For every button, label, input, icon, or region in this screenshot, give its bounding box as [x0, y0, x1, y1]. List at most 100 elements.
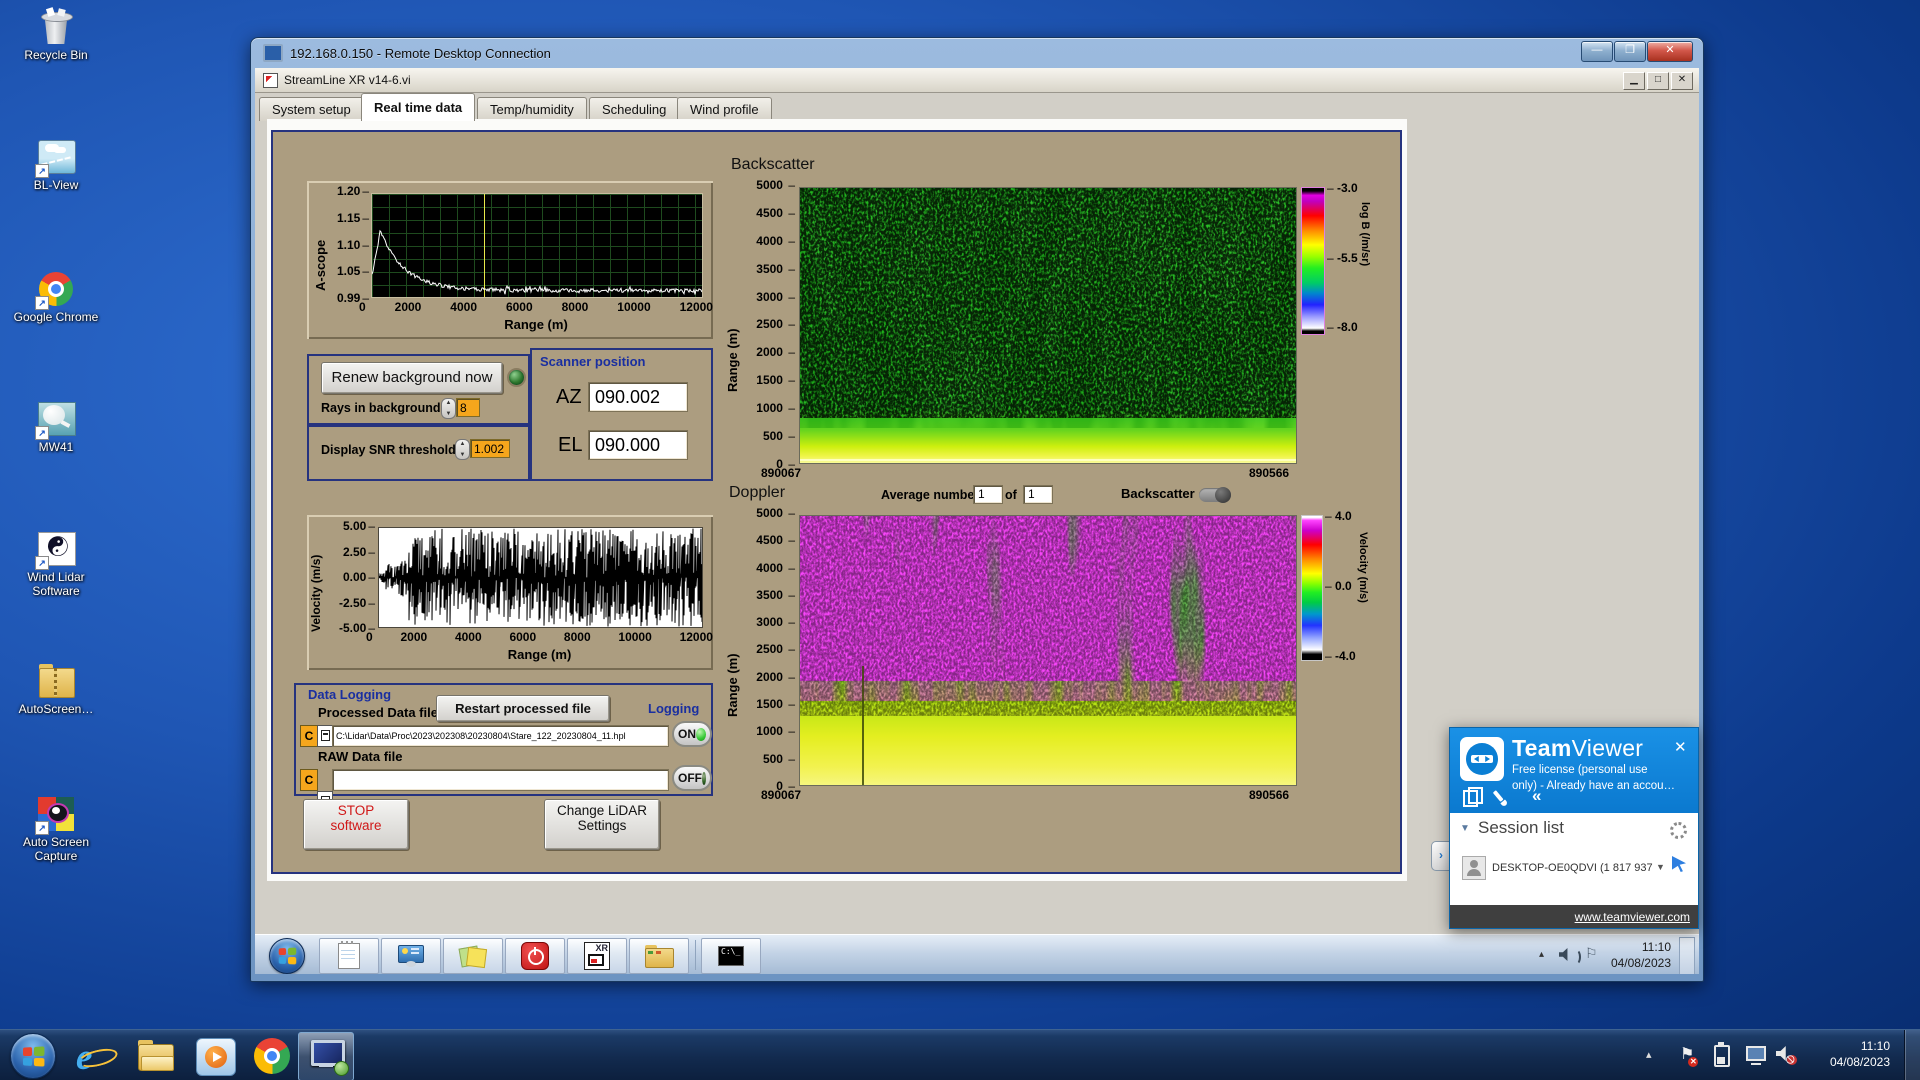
- taskbar-display-settings-button[interactable]: [381, 938, 441, 974]
- tick-label: 0.00: [343, 571, 375, 583]
- whiteboard-brush-icon[interactable]: [1493, 789, 1508, 806]
- desktop-icon-chrome[interactable]: ↗ Google Chrome: [8, 270, 104, 325]
- processed-path-field[interactable]: C:\Lidar\Data\Proc\2023\202308\20230804\…: [332, 725, 669, 747]
- remote-clock-time: 11:10: [1607, 940, 1671, 956]
- teamviewer-link[interactable]: www.teamviewer.com: [1575, 910, 1690, 924]
- taskbar-streamline-xr-button[interactable]: XR: [567, 938, 627, 974]
- taskbar-stop-app-button[interactable]: [505, 938, 565, 974]
- session-list-label: Session list: [1478, 818, 1564, 838]
- tick-label: 12000: [680, 300, 713, 314]
- backscatter-toggle-switch[interactable]: [1199, 488, 1231, 502]
- average-number-field[interactable]: 1: [973, 485, 1003, 504]
- tab-scheduling[interactable]: Scheduling: [589, 97, 679, 121]
- explorer-taskbar-icon[interactable]: [136, 1040, 176, 1072]
- restart-processed-file-button[interactable]: Restart processed file: [436, 695, 610, 722]
- change-lidar-settings-button[interactable]: Change LiDAR Settings: [544, 799, 660, 850]
- tab-temp-humidity[interactable]: Temp/humidity: [477, 97, 587, 121]
- az-value-field[interactable]: 090.002: [588, 382, 688, 412]
- rdp-titlebar[interactable]: 192.168.0.150 - Remote Desktop Connectio…: [251, 38, 1703, 68]
- connect-cursor-icon[interactable]: [1672, 856, 1686, 872]
- remote-tray-expand-icon[interactable]: ▴: [1539, 949, 1544, 960]
- wmp-taskbar-icon[interactable]: [196, 1038, 236, 1076]
- average-count-field[interactable]: 1: [1023, 485, 1053, 504]
- chrome-taskbar-icon[interactable]: [254, 1038, 290, 1074]
- restore-button[interactable]: ❐: [1614, 41, 1646, 62]
- teamviewer-header: TeamViewer ✕ Free license (personal use …: [1450, 728, 1698, 813]
- remote-start-button[interactable]: [269, 938, 305, 974]
- processed-browse-icon[interactable]: [317, 725, 333, 747]
- session-entry[interactable]: DESKTOP-OE0QDVI (1 817 937: [1492, 862, 1653, 874]
- raw-drive-selector[interactable]: C: [300, 769, 318, 791]
- app-minimize-button[interactable]: ▁: [1623, 72, 1645, 90]
- taskbar-explorer-button[interactable]: [629, 938, 689, 974]
- processed-file-label: Processed Data file: [318, 705, 438, 720]
- rays-value[interactable]: 8: [456, 398, 480, 417]
- desktop-icon-wind-lidar[interactable]: ☯ ↗ Wind Lidar Software: [8, 530, 104, 599]
- remote-show-desktop-button[interactable]: [1679, 937, 1695, 974]
- desktop-icon-auto-screen-capture[interactable]: ↗ Auto Screen Capture: [8, 795, 104, 864]
- sessions-icon[interactable]: [1463, 790, 1478, 807]
- tick-label: 1000: [756, 402, 795, 414]
- ie-taskbar-icon[interactable]: e: [76, 1036, 116, 1076]
- action-center-alert-badge: ✕: [1688, 1057, 1698, 1067]
- snr-spinner[interactable]: ▲▼: [455, 439, 470, 460]
- velocity-yticks: 5.002.500.00-2.50-5.00: [333, 520, 375, 634]
- host-taskbar: e ▴ ⚑✕: [0, 1029, 1920, 1080]
- background-led[interactable]: [507, 368, 526, 387]
- tab-system-setup[interactable]: System setup: [259, 97, 364, 121]
- host-start-button[interactable]: [10, 1033, 56, 1079]
- el-value-field[interactable]: 090.000: [588, 430, 688, 460]
- taskbar-sticky-notes-button[interactable]: [443, 938, 503, 974]
- remote-volume-icon[interactable]: [1559, 948, 1572, 961]
- volume-muted-icon[interactable]: ⃠: [1776, 1046, 1791, 1061]
- host-action-center-icon[interactable]: ⚑✕: [1680, 1044, 1694, 1064]
- close-button[interactable]: ✕: [1647, 41, 1693, 62]
- tab-real-time-data[interactable]: Real time data: [361, 93, 475, 121]
- tick-label: 8000: [562, 300, 589, 314]
- app-close-button[interactable]: ✕: [1671, 72, 1693, 90]
- tab-wind-profile[interactable]: Wind profile: [677, 97, 772, 121]
- renew-background-button[interactable]: Renew background now: [321, 362, 503, 394]
- minimize-button[interactable]: —: [1581, 41, 1613, 62]
- taskbar-cmd-button[interactable]: C:\_: [701, 938, 761, 974]
- remote-clock[interactable]: 11:10 04/08/2023: [1607, 940, 1671, 971]
- app-titlebar[interactable]: StreamLine XR v14-6.vi: [255, 68, 1699, 93]
- app-maximize-button[interactable]: □: [1647, 72, 1669, 90]
- change-line2: Settings: [545, 818, 659, 833]
- taskbar-notepad-button[interactable]: [319, 938, 379, 974]
- ascope-yticks: 1.201.151.101.050.99: [329, 185, 369, 304]
- az-label: AZ: [556, 386, 582, 409]
- raw-logging-toggle[interactable]: OFF: [672, 765, 712, 791]
- teamviewer-expand-chevron[interactable]: ›: [1431, 841, 1450, 871]
- battery-icon[interactable]: [1714, 1045, 1730, 1067]
- network-icon[interactable]: [1746, 1046, 1766, 1065]
- zip-folder-icon: [37, 662, 75, 700]
- rays-spinner[interactable]: ▲▼: [441, 398, 456, 419]
- session-settings-gear-icon[interactable]: [1670, 822, 1687, 839]
- backscatter-title: Backscatter: [731, 156, 815, 174]
- session-entry-dropdown-icon[interactable]: ▼: [1656, 862, 1665, 872]
- host-tray-expand-icon[interactable]: ▴: [1646, 1048, 1652, 1061]
- teamviewer-close-icon[interactable]: ✕: [1674, 738, 1687, 756]
- desktop-icon-autoscreen-zip[interactable]: AutoScreen…: [8, 662, 104, 717]
- desktop-icon-mw41[interactable]: ↗ MW41: [8, 400, 104, 455]
- processed-drive-selector[interactable]: C: [300, 725, 318, 747]
- desktop-icon-bl-view[interactable]: ↗ BL-View: [8, 138, 104, 193]
- show-desktop-button[interactable]: [1904, 1030, 1920, 1080]
- stop-software-button[interactable]: STOP software: [303, 799, 409, 850]
- rdp-taskbar-icon-active[interactable]: [298, 1032, 354, 1080]
- off-label: OFF: [678, 771, 702, 785]
- front-panel: A-scope 1.201.151.101.050.99 02000400060…: [271, 130, 1402, 874]
- ascope-xlabel: Range (m): [371, 317, 701, 332]
- doppler-colorbar-label: Velocity (m/s): [1357, 532, 1369, 662]
- session-list-caret-icon[interactable]: ▼: [1460, 823, 1470, 834]
- collapse-icon[interactable]: «: [1532, 786, 1541, 806]
- desktop-icon-recycle-bin[interactable]: Recycle Bin: [8, 8, 104, 63]
- raw-path-field[interactable]: [332, 769, 669, 791]
- processed-logging-toggle[interactable]: ON: [672, 721, 712, 747]
- host-clock[interactable]: 11:10 04/08/2023: [1806, 1039, 1890, 1070]
- tick-label: 1500: [756, 374, 795, 386]
- tick-label: 6000: [509, 630, 536, 644]
- remote-action-center-icon[interactable]: ⚐: [1585, 945, 1598, 962]
- snr-value[interactable]: 1.002: [470, 439, 510, 458]
